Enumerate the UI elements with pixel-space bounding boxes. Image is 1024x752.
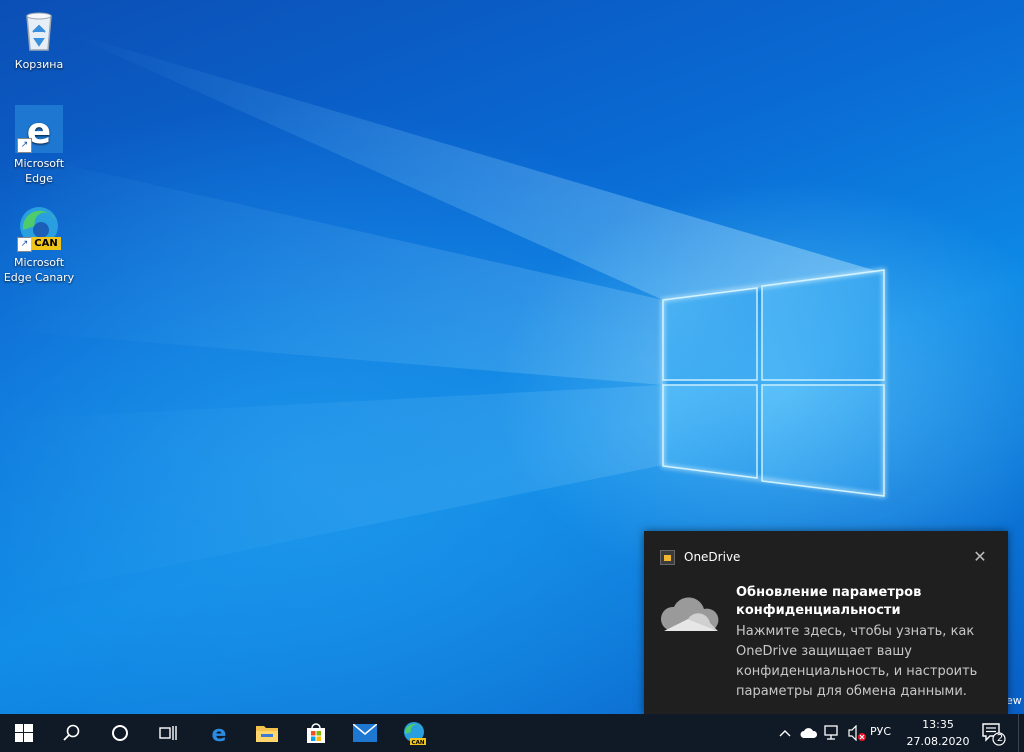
search-button[interactable] [48, 714, 96, 752]
start-button[interactable] [0, 714, 48, 752]
show-desktop-button[interactable] [1018, 714, 1024, 752]
store-taskbar[interactable] [292, 714, 340, 752]
store-icon [307, 723, 325, 743]
edge-legacy-icon: e ↗ [15, 105, 63, 153]
desktop-icon-recycle-bin[interactable]: Корзина [1, 6, 77, 72]
cloud-icon [800, 728, 818, 738]
canary-badge: CAN [412, 740, 425, 746]
cortana-circle-icon [112, 725, 128, 741]
toast-close-button[interactable]: ✕ [969, 546, 991, 568]
clock-time: 13:35 [922, 718, 954, 731]
desktop-icon-label: Корзина [14, 58, 64, 71]
onedrive-app-icon [660, 550, 675, 565]
onedrive-notification-toast[interactable]: OneDrive ✕ Обновление параметров конфиде… [644, 531, 1008, 714]
volume-tray-icon[interactable] [846, 714, 868, 752]
clock-date: 27.08.2020 [906, 735, 970, 748]
task-view-button[interactable] [144, 714, 192, 752]
input-language-indicator[interactable]: РУС [870, 725, 891, 738]
file-explorer-taskbar[interactable] [243, 714, 291, 752]
toast-app-name: OneDrive [684, 550, 741, 564]
network-icon [824, 725, 838, 740]
volume-muted-icon [848, 725, 866, 741]
desktop-icon-label: Microsoft Edge [13, 157, 65, 185]
shortcut-arrow-icon: ↗ [17, 138, 32, 153]
toast-body: Нажмите здесь, чтобы узнать, как OneDriv… [736, 624, 978, 699]
desktop-edge-text: ew [1006, 694, 1022, 707]
desktop-icon-label: Microsoft Edge Canary [3, 256, 75, 284]
canary-badge: CAN [31, 237, 61, 250]
desktop-icon-edge[interactable]: e ↗ Microsoft Edge [1, 105, 77, 186]
onedrive-cloud-icon [660, 597, 719, 631]
task-view-icon [159, 726, 177, 740]
mail-icon [353, 724, 377, 742]
edge-canary-icon: ↗ CAN [15, 204, 63, 252]
desktop-icon-edge-canary[interactable]: ↗ CAN Microsoft Edge Canary [1, 204, 77, 285]
network-tray-icon[interactable] [822, 714, 844, 752]
windows-logo-icon [15, 724, 33, 742]
toast-title: Обновление параметров конфиденциальности [736, 585, 922, 618]
edge-canary-taskbar[interactable]: CAN [390, 714, 438, 752]
notification-count-badge: 2 [996, 733, 1004, 744]
shortcut-arrow-icon: ↗ [17, 237, 32, 252]
clock[interactable]: 13:35 27.08.2020 [905, 716, 971, 750]
mail-taskbar[interactable] [341, 714, 389, 752]
edge-canary-icon: CAN [404, 722, 426, 746]
taskbar: e CAN РУС 13:35 27.08.2020 2 [0, 714, 1024, 752]
action-center-button[interactable]: 2 [978, 714, 1008, 752]
search-icon [63, 724, 80, 741]
recycle-bin-icon [15, 6, 63, 54]
folder-icon [256, 726, 278, 742]
svg-text:e: e [212, 722, 227, 745]
show-hidden-icons-button[interactable] [775, 714, 795, 752]
edge-legacy-taskbar[interactable]: e [195, 714, 243, 752]
cortana-button[interactable] [96, 714, 144, 752]
edge-legacy-icon: e [212, 722, 227, 745]
chevron-up-icon [779, 730, 791, 737]
onedrive-tray-icon[interactable] [798, 714, 820, 752]
